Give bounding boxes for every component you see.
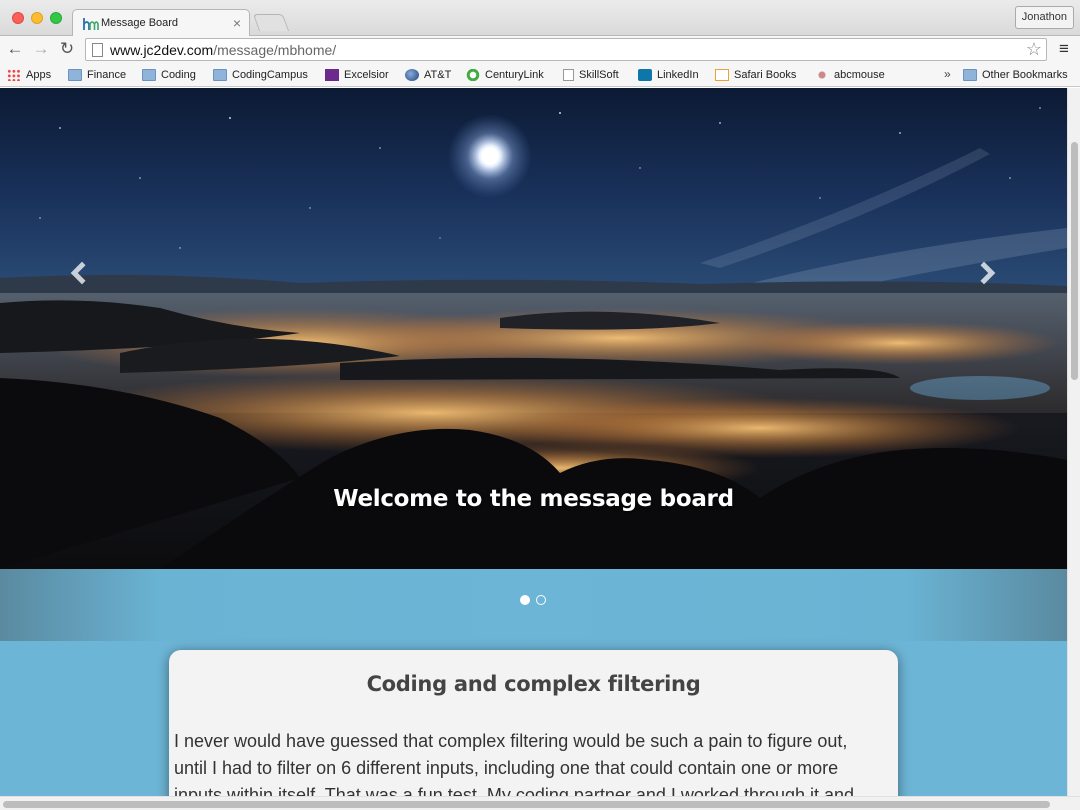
bookmark-label: Finance — [87, 69, 127, 81]
forward-arrow-icon[interactable]: → — [30, 38, 52, 60]
vertical-scroll-thumb[interactable] — [1071, 142, 1078, 380]
folder-icon — [142, 69, 156, 81]
address-bar[interactable]: www.jc2dev.com/message/mbhome/ ☆ — [85, 38, 1047, 61]
bookmark-excelsior[interactable]: Excelsior — [325, 68, 389, 84]
site-favicon-icon — [83, 18, 99, 30]
reload-icon[interactable]: ↻ — [56, 38, 78, 60]
bookmark-safari-books[interactable]: Safari Books — [715, 68, 796, 84]
bookmark-apps[interactable]: Apps — [7, 68, 51, 84]
browser-menu-icon[interactable]: ≡ — [1054, 38, 1074, 60]
hero-carousel: Welcome to the message board — [0, 88, 1067, 569]
bookmark-label: Coding — [161, 69, 196, 81]
page-icon — [563, 69, 574, 81]
bookmark-linkedin[interactable]: LinkedIn — [638, 68, 699, 84]
apps-icon — [7, 69, 21, 81]
post-body: I never would have guessed that complex … — [174, 731, 855, 796]
bookmark-label: CenturyLink — [485, 69, 544, 81]
bookmarks-overflow-button[interactable]: » — [944, 67, 951, 81]
bookmark-label: abcmouse — [834, 69, 885, 81]
linkedin-icon — [638, 69, 652, 81]
new-tab-button[interactable] — [252, 14, 290, 31]
carousel-prev-icon[interactable] — [66, 258, 94, 288]
excelsior-icon — [325, 69, 339, 81]
post-title: Coding and complex filtering — [366, 672, 701, 696]
bookmarks-bar: Apps Finance Coding CodingCampus Excelsi… — [0, 63, 1080, 87]
carousel-indicator-1[interactable] — [520, 595, 530, 605]
window-maximize-button[interactable] — [50, 12, 62, 24]
bookmark-abcmouse[interactable]: abcmouse — [815, 68, 885, 84]
bookmark-label: AT&T — [424, 69, 452, 81]
tab-close-icon[interactable]: × — [233, 15, 241, 31]
folder-icon — [68, 69, 82, 81]
horizontal-scroll-thumb[interactable] — [3, 801, 1050, 808]
att-icon — [405, 69, 419, 81]
back-arrow-icon[interactable]: ← — [4, 38, 26, 60]
bookmark-other-bookmarks[interactable]: Other Bookmarks — [963, 68, 1068, 84]
folder-icon — [963, 69, 977, 81]
bookmark-label: Other Bookmarks — [982, 69, 1068, 81]
folder-icon — [213, 69, 227, 81]
url-host: www.jc2dev.com — [110, 42, 214, 58]
carousel-caption: Welcome to the message board — [333, 486, 734, 512]
bookmark-coding[interactable]: Coding — [142, 68, 196, 84]
tab-title: Message Board — [101, 17, 179, 29]
window-minimize-button[interactable] — [31, 12, 43, 24]
carousel-indicator-2[interactable] — [536, 595, 546, 605]
bookmark-star-icon[interactable]: ☆ — [1026, 39, 1042, 60]
abcmouse-icon — [815, 69, 829, 81]
bookmark-label: LinkedIn — [657, 69, 699, 81]
bookmark-label: Safari Books — [734, 69, 797, 81]
profile-button[interactable]: Jonathon — [1014, 6, 1074, 29]
post-card: Coding and complex filtering I never wou… — [169, 650, 898, 796]
bookmark-codingcampus[interactable]: CodingCampus — [213, 68, 308, 84]
carousel-next-icon[interactable] — [972, 258, 1000, 288]
browser-titlebar: Message Board × Jonathon — [0, 0, 1080, 37]
bookmark-label: Excelsior — [344, 69, 389, 81]
browser-toolbar: ← → ↻ www.jc2dev.com/message/mbhome/ ☆ ≡ — [0, 36, 1080, 63]
centurylink-icon — [466, 69, 480, 81]
carousel-indicators — [0, 569, 1067, 641]
page-content: Welcome to the message board Coding and … — [0, 88, 1067, 796]
vertical-scrollbar[interactable] — [1067, 88, 1080, 796]
bookmark-centurylink[interactable]: CenturyLink — [466, 68, 544, 84]
browser-tab-message-board[interactable]: Message Board × — [72, 9, 250, 37]
bookmark-skillsoft[interactable]: SkillSoft — [563, 68, 619, 84]
url-text[interactable]: www.jc2dev.com/message/mbhome/ — [110, 42, 336, 58]
page-icon — [92, 43, 103, 57]
bookmark-label: SkillSoft — [579, 69, 619, 81]
bookmark-finance[interactable]: Finance — [68, 68, 126, 84]
safari-books-icon — [715, 69, 729, 81]
window-close-button[interactable] — [12, 12, 24, 24]
url-path: /message/mbhome/ — [213, 42, 337, 58]
bookmark-label: Apps — [26, 69, 52, 81]
bookmark-label: CodingCampus — [232, 69, 308, 81]
horizontal-scrollbar[interactable] — [0, 796, 1080, 810]
bookmark-att[interactable]: AT&T — [405, 68, 451, 84]
